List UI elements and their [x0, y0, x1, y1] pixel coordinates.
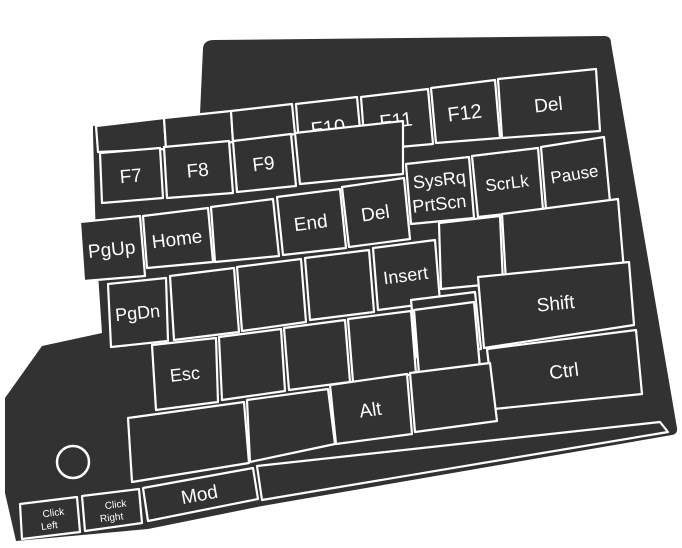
key-label: Del — [533, 94, 564, 118]
keyboard-half: F10F11F12DelF7F8F9SysRqPrtScnScrLkPauseP… — [5, 36, 678, 541]
key-blank-j[interactable] — [346, 309, 418, 384]
key-esc[interactable]: Esc — [150, 336, 220, 412]
key-label: End — [293, 211, 329, 236]
key-label: Esc — [169, 363, 201, 386]
key-cap — [346, 309, 418, 384]
key-del[interactable]: Del — [340, 176, 412, 249]
key-click-left[interactable]: ClickLeft — [18, 495, 82, 541]
key-f7[interactable]: F7 — [98, 146, 165, 205]
key-del-top[interactable]: Del — [496, 67, 602, 140]
key-sysrq[interactable]: SysRqPrtScn — [404, 155, 476, 226]
key-label: F9 — [251, 153, 276, 177]
key-down[interactable] — [235, 257, 308, 333]
key-click-right[interactable]: ClickRight — [80, 487, 144, 533]
key-cap — [209, 197, 281, 264]
key-label: Ctrl — [548, 360, 580, 385]
key-pgdn[interactable]: PgDn — [106, 276, 170, 349]
key-blank-d[interactable] — [293, 119, 405, 186]
key-win[interactable] — [408, 361, 499, 434]
key-right[interactable] — [303, 248, 376, 322]
key-up[interactable] — [209, 197, 281, 264]
key-label: F8 — [186, 160, 210, 183]
key-pause[interactable]: Pause — [539, 135, 612, 211]
key-label: Shift — [536, 292, 577, 317]
key-label: Del — [360, 202, 391, 227]
key-cap — [94, 116, 168, 154]
key-cap — [282, 318, 352, 392]
key-cap — [168, 266, 241, 342]
key-alt[interactable]: Alt — [328, 372, 414, 446]
key-f9[interactable]: F9 — [231, 132, 298, 194]
key-blank-h[interactable] — [217, 327, 287, 402]
key-scrlk[interactable]: ScrLk — [470, 146, 545, 219]
key-cap — [408, 361, 499, 434]
key-blank-i[interactable] — [282, 318, 352, 392]
split-keyboard-layout: F10F11F12DelF7F8F9SysRqPrtScnScrLkPauseP… — [0, 0, 682, 548]
key-cap — [235, 257, 308, 333]
key-sublabel: Left — [40, 520, 58, 533]
key-blank-a[interactable] — [94, 116, 168, 154]
key-f8[interactable]: F8 — [162, 139, 235, 200]
key-left[interactable] — [168, 266, 241, 342]
key-cap — [217, 327, 287, 402]
key-label: Alt — [358, 399, 384, 423]
key-pgup[interactable]: PgUp — [78, 214, 147, 283]
key-home[interactable]: Home — [141, 206, 215, 270]
key-label: F7 — [119, 165, 143, 188]
key-label: F12 — [446, 100, 483, 126]
key-f12[interactable]: F12 — [429, 78, 502, 145]
key-cap — [303, 248, 376, 322]
key-menu[interactable] — [412, 300, 482, 376]
key-cap — [293, 119, 405, 186]
key-cap — [412, 300, 482, 376]
key-end[interactable]: End — [275, 187, 348, 257]
